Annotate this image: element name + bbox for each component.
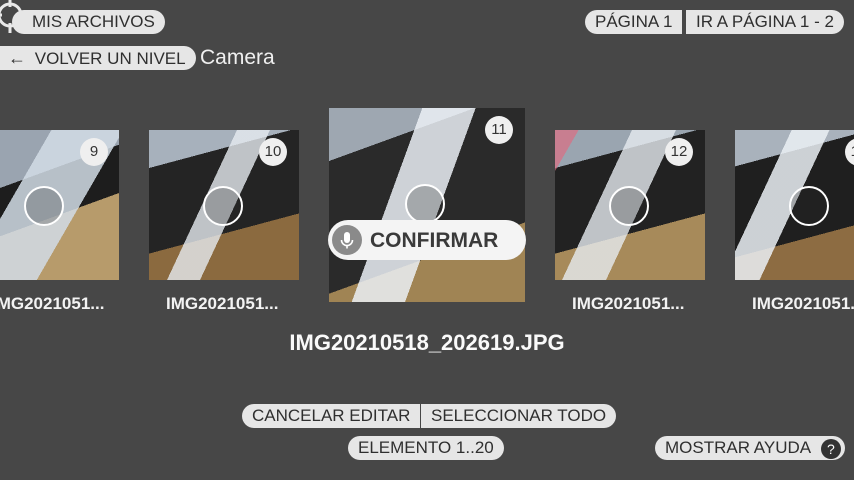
thumbnail-item[interactable]: 10 (149, 130, 299, 280)
arrow-left-icon: ← (8, 48, 26, 68)
show-help-label: MOSTRAR AYUDA (665, 438, 811, 457)
selected-file-name: IMG20210518_202619.JPG (289, 330, 565, 355)
item-number: 11 (485, 116, 513, 144)
page-label: PÁGINA 1 (595, 12, 673, 31)
thumbnail-caption: IMG2021051... (572, 294, 685, 313)
page-indicator[interactable]: PÁGINA 1 (585, 10, 683, 34)
select-circle[interactable] (789, 186, 829, 226)
goto-page-label: IR A PÁGINA 1 - 2 (696, 12, 834, 31)
show-help-button[interactable]: MOSTRAR AYUDA ? (655, 436, 845, 460)
my-files-button[interactable]: MIS ARCHIVOS (12, 10, 165, 34)
item-number: 10 (259, 138, 287, 166)
thumbnail-item[interactable]: 13 (735, 130, 854, 280)
select-circle[interactable] (203, 186, 243, 226)
thumbnail-caption: IMG2021051... (0, 294, 105, 313)
thumbnail-item-selected[interactable]: 11 (329, 108, 525, 302)
back-level-button[interactable]: ← VOLVER UN NIVEL (0, 46, 196, 70)
thumbnail-item[interactable]: 9 (0, 130, 119, 280)
thumbnail-caption: IMG2021051... (166, 294, 279, 313)
item-number: 12 (665, 138, 693, 166)
thumbnail-item[interactable]: 12 (555, 130, 705, 280)
element-range-button[interactable]: ELEMENTO 1..20 (348, 436, 504, 460)
select-all-label: SELECCIONAR TODO (431, 406, 607, 425)
select-circle[interactable] (609, 186, 649, 226)
thumbnail-caption: IMG2021051... (752, 294, 854, 313)
select-circle[interactable] (405, 184, 445, 224)
select-all-button[interactable]: SELECCIONAR TODO (421, 404, 617, 428)
item-number: 9 (80, 138, 108, 166)
cancel-edit-button[interactable]: CANCELAR EDITAR (242, 404, 421, 428)
folder-title: Camera (200, 46, 275, 69)
help-icon: ? (820, 438, 841, 459)
microphone-icon (332, 225, 362, 255)
my-files-label: MIS ARCHIVOS (32, 12, 155, 31)
back-level-label: VOLVER UN NIVEL (34, 49, 186, 68)
element-range-label: ELEMENTO 1..20 (358, 438, 494, 457)
cancel-edit-label: CANCELAR EDITAR (252, 406, 411, 425)
confirm-button[interactable]: CONFIRMAR (328, 220, 526, 260)
select-circle[interactable] (24, 186, 64, 226)
goto-page-button[interactable]: IR A PÁGINA 1 - 2 (686, 10, 844, 34)
confirm-label: CONFIRMAR (370, 229, 499, 252)
